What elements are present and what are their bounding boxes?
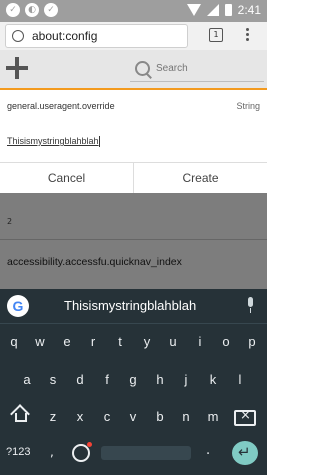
cancel-button[interactable]: Cancel bbox=[0, 163, 134, 194]
key-q[interactable]: q bbox=[2, 329, 26, 355]
key-j[interactable]: j bbox=[174, 367, 198, 393]
battery-icon bbox=[224, 4, 232, 16]
key-y[interactable]: y bbox=[135, 329, 159, 355]
shift-icon[interactable] bbox=[15, 413, 27, 422]
url-bar[interactable]: about:config bbox=[5, 24, 188, 48]
suggestion-item[interactable]: Thisismystringblahblah bbox=[64, 298, 196, 313]
pref-value-field[interactable]: Thisismystringblahblah bbox=[7, 136, 100, 148]
clock: 2:41 bbox=[237, 3, 261, 17]
google-icon[interactable]: G bbox=[7, 295, 29, 317]
period-key[interactable]: . bbox=[206, 443, 210, 458]
key-t[interactable]: t bbox=[108, 329, 132, 355]
backspace-icon[interactable] bbox=[234, 408, 256, 426]
config-header bbox=[0, 50, 267, 90]
pref-value-text: Thisismystringblahblah bbox=[7, 136, 99, 146]
key-e[interactable]: e bbox=[55, 329, 79, 355]
symbols-key[interactable]: ?123 bbox=[6, 446, 30, 458]
status-bar: ✓ ◐ ✓ 2:41 bbox=[0, 0, 267, 22]
pref-name: accessibility.accessfu.quicknav_index bbox=[7, 256, 182, 268]
tabs-button[interactable]: 1 bbox=[209, 28, 223, 42]
globe-icon bbox=[12, 30, 24, 42]
key-o[interactable]: o bbox=[214, 329, 238, 355]
signal-icon bbox=[206, 4, 219, 16]
new-pref-editor: general.useragent.override String Thisis… bbox=[0, 90, 267, 164]
search-box[interactable] bbox=[130, 59, 264, 82]
search-input[interactable] bbox=[156, 63, 256, 74]
key-c[interactable]: c bbox=[95, 404, 119, 430]
key-p[interactable]: p bbox=[240, 329, 264, 355]
comma-key[interactable]: , bbox=[50, 445, 54, 459]
notification-icon: ✓ bbox=[6, 3, 20, 17]
microphone-icon[interactable] bbox=[248, 297, 253, 313]
list-item[interactable]: 2 bbox=[0, 193, 267, 240]
key-i[interactable]: i bbox=[188, 329, 212, 355]
key-d[interactable]: d bbox=[68, 367, 92, 393]
key-u[interactable]: u bbox=[161, 329, 185, 355]
editor-buttons: Cancel Create bbox=[0, 162, 267, 194]
key-h[interactable]: h bbox=[148, 367, 172, 393]
key-m[interactable]: m bbox=[201, 404, 225, 430]
key-n[interactable]: n bbox=[174, 404, 198, 430]
search-icon bbox=[135, 61, 150, 76]
key-l[interactable]: l bbox=[228, 367, 252, 393]
key-z[interactable]: z bbox=[41, 404, 65, 430]
key-g[interactable]: g bbox=[121, 367, 145, 393]
list-item[interactable]: accessibility.accessfu.quicknav_index bbox=[0, 240, 267, 284]
create-button[interactable]: Create bbox=[134, 163, 267, 194]
notification-dot bbox=[87, 442, 92, 447]
browser-toolbar: about:config 1 bbox=[0, 22, 267, 50]
key-r[interactable]: r bbox=[81, 329, 105, 355]
key-s[interactable]: s bbox=[41, 367, 65, 393]
pref-type-select[interactable]: String bbox=[236, 101, 260, 111]
notification-icon: ◐ bbox=[25, 3, 39, 17]
space-key[interactable] bbox=[101, 446, 191, 460]
key-w[interactable]: w bbox=[28, 329, 52, 355]
key-a[interactable]: a bbox=[15, 367, 39, 393]
pref-value: 2 bbox=[7, 217, 13, 226]
overflow-menu-icon[interactable] bbox=[246, 28, 250, 43]
key-k[interactable]: k bbox=[201, 367, 225, 393]
pref-list: 2 accessibility.accessfu.quicknav_index bbox=[0, 193, 267, 289]
notification-icon: ✓ bbox=[44, 3, 58, 17]
suggestion-strip: G Thisismystringblahblah bbox=[0, 289, 267, 324]
enter-icon[interactable] bbox=[232, 441, 258, 465]
key-f[interactable]: f bbox=[95, 367, 119, 393]
wifi-icon bbox=[186, 4, 201, 16]
soft-keyboard: G Thisismystringblahblah q w e r t y u i… bbox=[0, 289, 267, 475]
pref-name-field[interactable]: general.useragent.override bbox=[7, 101, 115, 111]
key-x[interactable]: x bbox=[68, 404, 92, 430]
key-b[interactable]: b bbox=[148, 404, 172, 430]
url-text: about:config bbox=[32, 29, 98, 43]
text-caret bbox=[98, 136, 100, 148]
add-pref-icon[interactable] bbox=[6, 57, 28, 79]
key-v[interactable]: v bbox=[121, 404, 145, 430]
